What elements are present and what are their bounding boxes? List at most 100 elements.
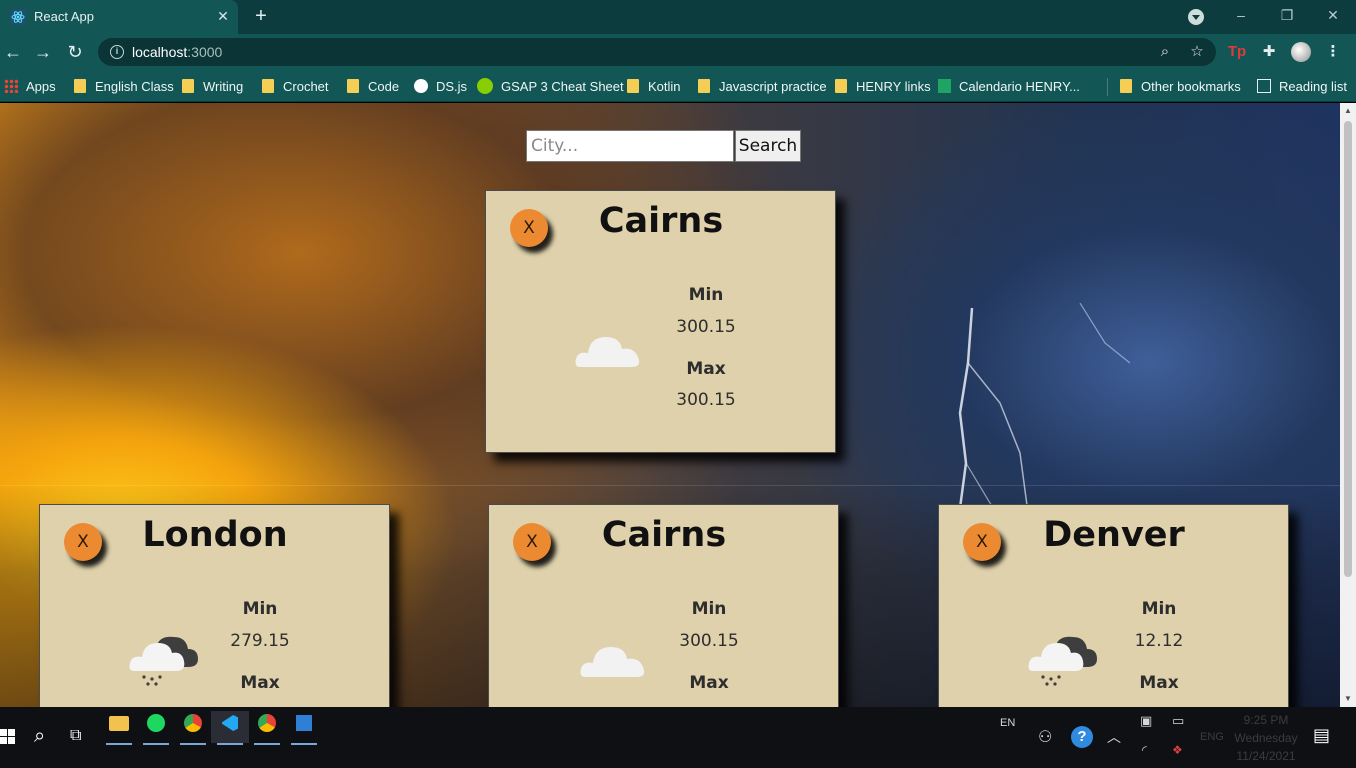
language-indicator[interactable]: EN: [1000, 717, 1015, 729]
bookmark-kotlin[interactable]: Kotlin: [627, 76, 681, 96]
page-scrollbar[interactable]: ▲ ▼: [1340, 103, 1356, 707]
weather-card-denver: X Denver Min 12.12 Max: [938, 504, 1289, 707]
running-indicator: [291, 743, 317, 745]
people-icon[interactable]: ⚇: [1038, 727, 1052, 747]
card-city-name: London: [142, 515, 288, 555]
battery-icon[interactable]: ▭: [1172, 713, 1184, 729]
bookmark-writing[interactable]: Writing: [182, 76, 243, 96]
url-text[interactable]: localhost:3000: [132, 44, 222, 60]
close-card-button[interactable]: X: [510, 209, 548, 247]
file-explorer-icon[interactable]: [100, 711, 138, 745]
running-indicator: [254, 743, 280, 745]
address-bar[interactable]: i localhost:3000 ⌕ ☆: [98, 38, 1216, 66]
task-view-icon[interactable]: ⧉: [70, 727, 81, 745]
site-info-icon[interactable]: i: [110, 45, 124, 59]
weather-card-london: X London Min 279.15 Max: [39, 504, 390, 707]
city-search-input[interactable]: [526, 130, 734, 162]
extensions-puzzle-icon[interactable]: ✚: [1258, 41, 1280, 63]
bookmark-other[interactable]: Other bookmarks: [1120, 76, 1241, 96]
forward-arrow-icon[interactable]: →: [32, 41, 54, 63]
bookmark-code[interactable]: Code: [347, 76, 399, 96]
minimize-button[interactable]: –: [1226, 4, 1256, 26]
bookmark-calendario-henry[interactable]: Calendario HENRY...: [938, 76, 1080, 96]
globe-icon: [414, 79, 428, 93]
vscode-icon[interactable]: [211, 711, 249, 745]
reload-icon[interactable]: ↻: [64, 41, 86, 63]
bookmark-gsap[interactable]: GSAP 3 Cheat Sheet: [477, 76, 624, 96]
folder-icon: [347, 79, 359, 93]
close-card-button[interactable]: X: [513, 523, 551, 561]
scroll-down-arrow-icon[interactable]: ▼: [1340, 691, 1356, 707]
folder-icon: [74, 79, 86, 93]
cloud-icon: [580, 647, 645, 677]
chrome-profile-icon[interactable]: [248, 711, 286, 745]
zoom-icon[interactable]: ⌕: [1156, 43, 1174, 61]
tab-title: React App: [34, 9, 94, 24]
weather-card-cairns: X Cairns Min 300.15 Max: [488, 504, 839, 707]
restore-button[interactable]: ❐: [1272, 4, 1302, 26]
search-button[interactable]: Search: [735, 130, 801, 162]
sheets-icon: [938, 79, 951, 93]
profile-avatar[interactable]: [1290, 41, 1312, 63]
bookmark-label: Code: [368, 78, 400, 94]
bookmark-dsjs[interactable]: DS.js: [414, 76, 467, 96]
card-city-name: Denver: [1043, 515, 1185, 555]
max-value: 300.15: [676, 390, 736, 410]
search-icon[interactable]: ⌕: [34, 725, 45, 748]
url-host: localhost: [132, 44, 188, 60]
bookmark-henry-links[interactable]: HENRY links: [835, 76, 931, 96]
bookmark-label: GSAP 3 Cheat Sheet: [501, 78, 624, 94]
bookmark-reading-list[interactable]: Reading list: [1257, 76, 1347, 96]
min-value: 279.15: [230, 631, 290, 651]
bookmark-apps[interactable]: Apps: [4, 76, 56, 96]
meet-now-icon[interactable]: ▣: [1140, 713, 1152, 729]
new-tab-button[interactable]: +: [250, 5, 272, 27]
bookmark-label: Calendario HENRY...: [959, 78, 1080, 94]
tab-search-icon[interactable]: [1188, 9, 1204, 25]
bookmark-english-class[interactable]: English Class: [74, 76, 174, 96]
bookmark-javascript-practice[interactable]: Javascript practice: [698, 76, 827, 96]
clock-date: 11/24/2021: [1236, 749, 1296, 763]
url-port: :3000: [187, 44, 223, 60]
notifications-icon[interactable]: ▤: [1313, 725, 1330, 746]
bookmark-star-icon[interactable]: ☆: [1188, 43, 1206, 61]
photos-icon[interactable]: [285, 711, 323, 745]
bookmark-label: Other bookmarks: [1141, 78, 1241, 94]
react-icon: [10, 9, 26, 25]
chrome-menu-icon[interactable]: ⋮: [1322, 41, 1344, 63]
system-clock[interactable]: 9:25 PM Wednesday 11/24/2021: [1226, 711, 1306, 765]
scroll-thumb[interactable]: [1344, 121, 1352, 577]
tab-close-icon[interactable]: ✕: [214, 7, 232, 25]
bookmarks-bar: Apps English Class Writing Crochet Code …: [0, 70, 1356, 102]
folder-icon: [182, 79, 194, 93]
spotify-icon[interactable]: [137, 711, 175, 745]
gsap-icon: [477, 78, 493, 94]
help-icon[interactable]: ?: [1071, 726, 1093, 748]
tp-extension-icon[interactable]: Tp: [1226, 41, 1248, 63]
clock-time: 9:25 PM: [1243, 713, 1289, 727]
chevron-up-icon[interactable]: ︿: [1107, 727, 1121, 747]
max-label: Max: [1139, 673, 1179, 693]
back-arrow-icon[interactable]: ←: [2, 41, 24, 63]
close-window-button[interactable]: ✕: [1318, 4, 1348, 26]
background-horizon: [0, 485, 1340, 486]
scroll-up-arrow-icon[interactable]: ▲: [1340, 103, 1356, 119]
dropbox-icon[interactable]: ❖: [1172, 743, 1183, 757]
windows-start-icon[interactable]: [0, 729, 16, 745]
card-city-name: Cairns: [598, 201, 724, 241]
min-value: 300.15: [679, 631, 739, 651]
bookmarks-divider: [1107, 78, 1108, 96]
close-card-button[interactable]: X: [963, 523, 1001, 561]
bookmark-crochet[interactable]: Crochet: [262, 76, 329, 96]
folder-icon: [1120, 79, 1132, 93]
browser-tab[interactable]: React App ✕: [0, 0, 238, 34]
bookmark-label: DS.js: [436, 78, 468, 94]
chrome-icon[interactable]: [174, 711, 212, 745]
max-label: Max: [240, 673, 280, 693]
close-card-button[interactable]: X: [64, 523, 102, 561]
keyboard-indicator[interactable]: ENG: [1200, 731, 1224, 743]
max-label: Max: [686, 359, 726, 379]
min-label: Min: [1141, 599, 1177, 619]
running-indicator: [106, 743, 132, 745]
wifi-icon[interactable]: ◜: [1142, 743, 1147, 757]
